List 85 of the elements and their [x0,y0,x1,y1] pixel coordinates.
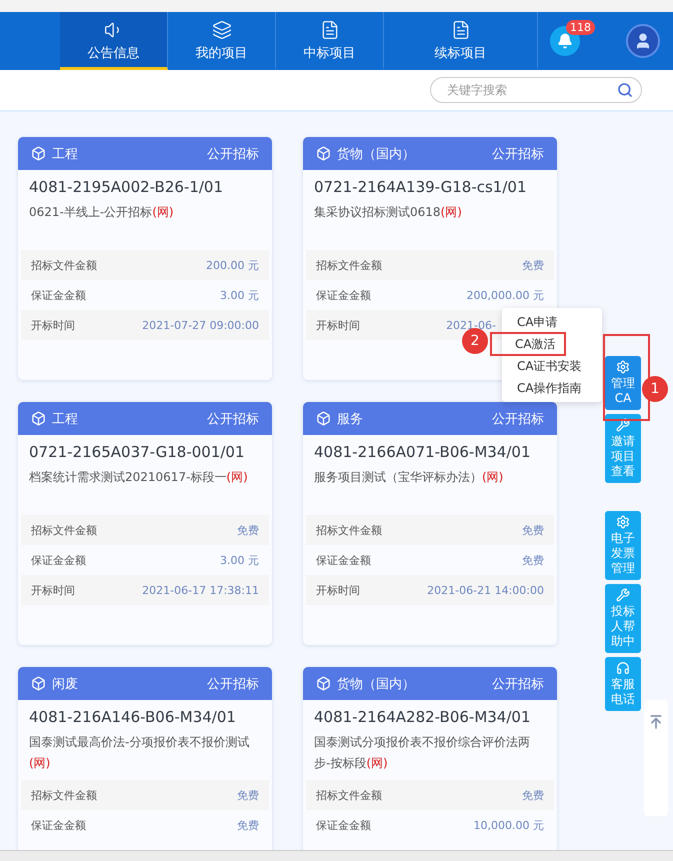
bell-icon [557,33,573,49]
step-number: 1 [642,376,668,402]
field-value: 2021-07-27 09:00:00 [142,318,259,332]
project-code: 4081-2164A282-B06-M34/01 [313,707,532,726]
field-value: 免费 [522,258,544,272]
cube-icon [316,411,331,426]
field-value: 免费 [522,522,544,538]
project-description: 国泰测试分项报价表不报价综合评价法两步-按标段(网) [314,735,530,770]
card-method: 公开招标 [207,676,259,692]
project-card[interactable]: 服务 公开招标 4081-2166A071-B06-M34/01 服务项目测试（宝华评标办法）(网) 招标文件金额 免费 保证金金额 免费 开标时间 2021-06-21 14:00:00 [303,402,557,645]
field-label: 开标时间 [316,318,360,332]
card-method: 公开招标 [492,410,544,428]
field-label: 保证金金额 [316,288,371,302]
project-code: 0721-2165A037-G18-001/01 [28,442,246,461]
field-label: 招标文件金额 [316,522,382,538]
project-code: 4081-2166A071-B06-M34/01 [313,442,532,461]
field-value: 免费 [522,552,544,568]
field-value: 200,000.00 元 [466,288,544,302]
cube-icon [316,676,331,691]
field-label: 招标文件金额 [316,788,382,802]
field-value: 免费 [237,788,259,802]
project-card[interactable]: 货物（国内） 公开招标 4081-2164A282-B06-M34/01 国泰测试分项报价表不报价综合评价法两步-按标段(网) 招标文件金额 免费 保证金金额 10,000.00 元 [303,667,557,850]
field-value: 2021-06-21 14:00:00 [427,584,544,596]
field-value: 10,000.00 元 [474,818,544,832]
menu-item[interactable]: CA激活 [490,332,566,356]
field-label: 招标文件金额 [31,788,97,802]
card-category: 货物（国内） [337,146,415,162]
card-method: 公开招标 [492,146,544,162]
field-value: 免费 [237,522,259,538]
field-value: 免费 [237,818,259,832]
card-method: 公开招标 [207,410,259,428]
field-label: 保证金金额 [31,552,86,568]
field-label: 保证金金额 [31,818,86,832]
notification-badge: 118 [566,20,595,35]
card-category: 服务 [337,410,363,428]
cube-icon [31,676,46,691]
project-card[interactable]: 工程 公开招标 4081-2195A002-B26-1/01 0621-半线上-公开招标(网) 招标文件金额 200.00 元 保证金金额 3.00 元 开标时间 2021-07-27 09:00:00 [18,137,272,380]
field-label: 招标文件金额 [31,522,97,538]
field-value: 3.00 元 [220,552,259,568]
field-label: 保证金金额 [316,818,371,832]
field-value: 2021-06-17 17:38:11 [142,584,259,596]
card-method: 公开招标 [492,676,544,692]
gear-icon [616,360,630,374]
card-category: 闲废 [52,676,78,692]
back-to-top-button[interactable] [648,714,664,730]
project-code: 4081-2195A002-B26-1/01 [28,177,224,196]
card-method: 公开招标 [207,146,259,162]
project-description: 服务项目测试（宝华评标办法）(网) [314,470,504,484]
card-category: 工程 [52,146,78,162]
search-icon [617,82,633,98]
nav-tab[interactable]: 公告信息 [60,12,168,70]
field-label: 招标文件金额 [31,258,97,272]
field-label: 保证金金额 [31,288,86,302]
search-input[interactable]: 关键字搜索 [447,83,617,97]
side-button[interactable]: 管理CA [605,356,641,410]
field-label: 开标时间 [316,582,360,598]
layers-icon [212,20,232,40]
field-label: 招标文件金额 [316,258,382,272]
avatar-button[interactable] [626,24,660,58]
project-code: 0721-2164A139-G18-cs1/01 [313,177,528,196]
field-value: 200.00 元 [206,258,259,272]
field-label: 开标时间 [31,582,75,598]
cube-icon [316,146,331,161]
project-card[interactable]: 闲废 公开招标 4081-216A146-B06-M34/01 国泰测试最高价法-分项报价表不报价测试 (网) 招标文件金额 免费 保证金金额 免费 [18,667,272,850]
gear-icon [616,515,630,529]
field-value: 3.00 元 [220,288,259,302]
project-code: 4081-216A146-B06-M34/01 [28,707,237,726]
project-description: 集采协议招标测试0618(网) [314,205,462,219]
card-category: 货物（国内） [337,676,415,692]
wrench-icon [616,418,630,432]
search-field[interactable]: 关键字搜索 [430,77,642,103]
field-value: 免费 [522,788,544,802]
field-label: 保证金金额 [316,552,371,568]
project-description: 国泰测试最高价法-分项报价表不报价测试 (网) [29,735,250,770]
project-card[interactable]: 工程 公开招标 0721-2165A037-G18-001/01 档案统计需求测试20210617-标段一(网) 招标文件金额 免费 保证金金额 3.00 元 开标时间 2021-06-17 17:38:11 [18,402,272,645]
cube-icon [31,411,46,426]
cube-icon [31,146,46,161]
user-icon [634,32,652,50]
card-category: 工程 [52,410,78,428]
project-description: 档案统计需求测试20210617-标段一(网) [29,470,248,484]
headset-icon [616,661,630,675]
wrench-icon [616,588,630,602]
field-label: 开标时间 [31,318,75,332]
project-description: 0621-半线上-公开招标(网) [29,205,174,219]
arrow-up-icon [648,714,664,730]
